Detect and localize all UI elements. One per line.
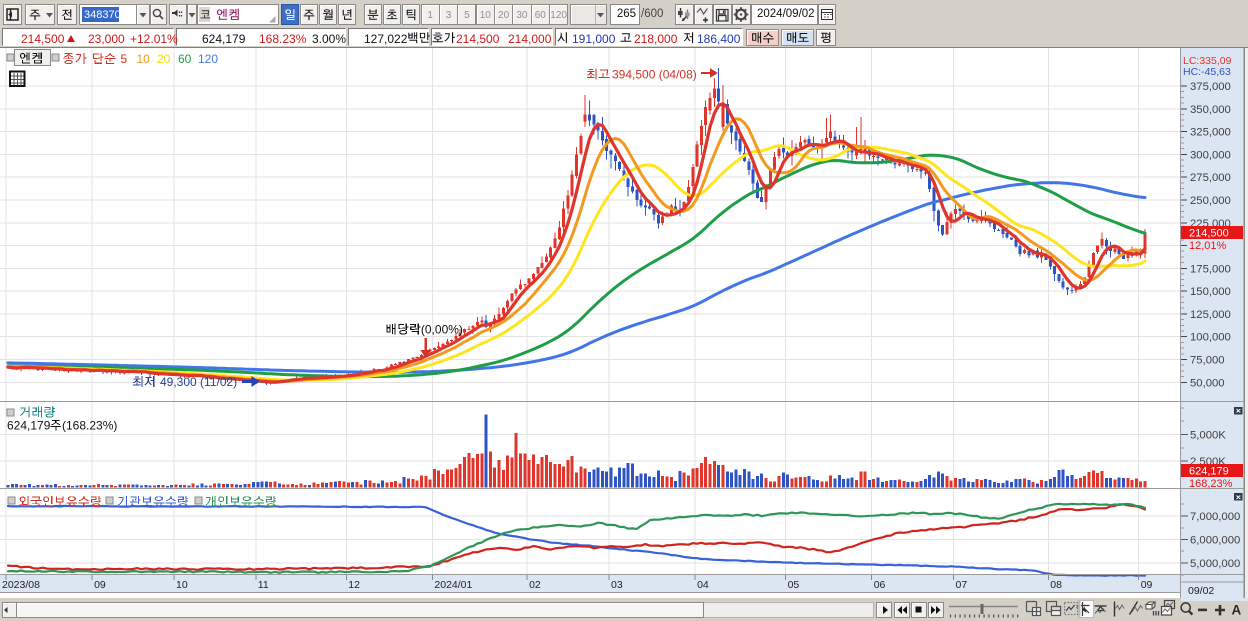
svg-text:375,000: 375,000 — [1190, 81, 1231, 93]
svg-text:275,000: 275,000 — [1190, 172, 1231, 184]
svg-text:04: 04 — [697, 579, 709, 591]
svg-text:06: 06 — [874, 579, 886, 591]
svg-text:12: 12 — [348, 579, 360, 591]
svg-text:125,000: 125,000 — [1190, 309, 1231, 321]
svg-text:300,000: 300,000 — [1190, 149, 1231, 161]
svg-text:08: 08 — [1050, 579, 1062, 591]
svg-text:150,000: 150,000 — [1190, 286, 1231, 298]
svg-text:02: 02 — [529, 579, 541, 591]
svg-text:10: 10 — [176, 579, 188, 591]
svg-text:50,000: 50,000 — [1190, 377, 1225, 389]
svg-text:120: 120 — [198, 52, 218, 66]
svg-text:HC:-45,63: HC:-45,63 — [1183, 66, 1231, 78]
svg-text:09: 09 — [94, 579, 106, 591]
svg-text:7,000,000: 7,000,000 — [1190, 511, 1240, 523]
svg-text:5,000K: 5,000K — [1190, 430, 1226, 442]
svg-text:20: 20 — [157, 52, 171, 66]
svg-text:2024/01: 2024/01 — [434, 579, 472, 591]
svg-text:175,000: 175,000 — [1190, 263, 1231, 275]
svg-text:10: 10 — [137, 52, 151, 66]
svg-text:60: 60 — [178, 52, 192, 66]
svg-text:2023/08: 2023/08 — [2, 579, 40, 591]
svg-text:394,500 (04/08): 394,500 (04/08) — [612, 68, 697, 82]
svg-text:100,000: 100,000 — [1190, 332, 1231, 344]
svg-text:11: 11 — [258, 579, 269, 591]
svg-text:(0,00%): (0,00%) — [421, 323, 463, 337]
svg-text:5: 5 — [121, 52, 128, 66]
svg-text:6,000,000: 6,000,000 — [1190, 535, 1240, 547]
svg-text:49,300 (11/02): 49,300 (11/02) — [160, 375, 237, 389]
svg-text:75,000: 75,000 — [1190, 355, 1225, 367]
svg-text:09/02: 09/02 — [1188, 585, 1214, 597]
svg-text:07: 07 — [956, 579, 968, 591]
svg-text:250,000: 250,000 — [1190, 195, 1231, 207]
svg-text:12,01%: 12,01% — [1189, 240, 1227, 252]
svg-text:09: 09 — [1141, 579, 1153, 591]
svg-text:624,179: 624,179 — [1189, 466, 1229, 478]
svg-text:5,000,000: 5,000,000 — [1190, 558, 1240, 570]
svg-text:03: 03 — [611, 579, 623, 591]
svg-text:168,23%: 168,23% — [1189, 478, 1233, 490]
svg-text:05: 05 — [788, 579, 800, 591]
svg-text:(168.23%): (168.23%) — [62, 419, 117, 433]
svg-text:624,179: 624,179 — [7, 419, 51, 433]
svg-text:325,000: 325,000 — [1190, 127, 1231, 139]
svg-text:350,000: 350,000 — [1190, 104, 1231, 116]
svg-text:214,500: 214,500 — [1189, 228, 1229, 240]
